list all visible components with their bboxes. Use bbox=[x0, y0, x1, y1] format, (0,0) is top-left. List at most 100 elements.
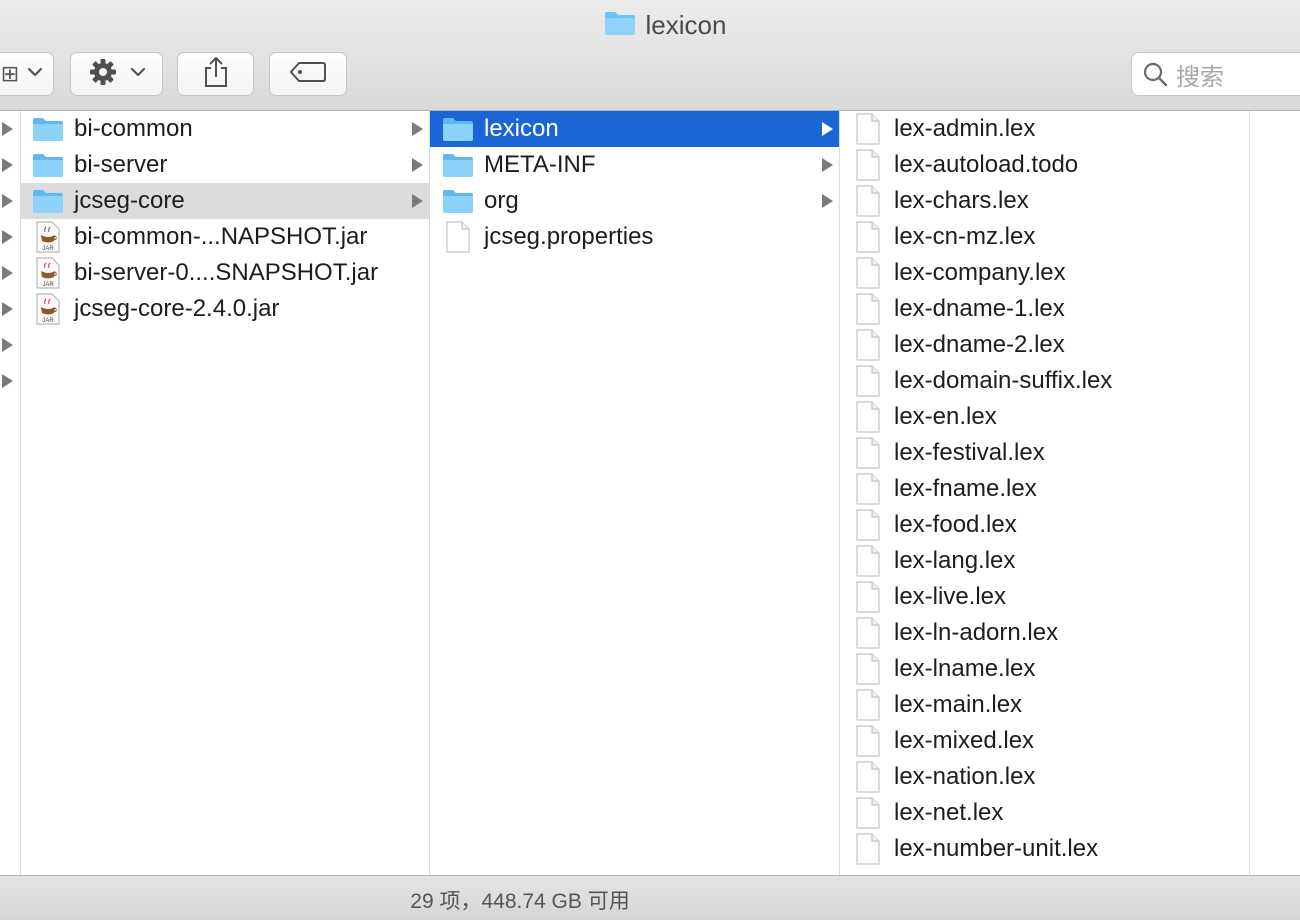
share-icon bbox=[202, 56, 230, 93]
svg-text:JAR: JAR bbox=[42, 246, 54, 252]
tag-icon bbox=[289, 61, 327, 88]
file-item[interactable]: lex-chars.lex bbox=[840, 183, 1249, 219]
column-2[interactable]: lexicon META-INF org jcseg.properties bbox=[430, 111, 840, 875]
chevron-down-icon bbox=[27, 65, 43, 83]
file-item[interactable]: lex-en.lex bbox=[840, 399, 1249, 435]
folder-item[interactable]: bi-common bbox=[20, 111, 429, 147]
jar-icon: JAR bbox=[32, 221, 64, 253]
item-label: lex-dname-1.lex bbox=[894, 295, 1065, 322]
item-label: lex-mixed.lex bbox=[894, 727, 1035, 754]
view-mode-button[interactable]: ⊞ bbox=[0, 52, 54, 96]
column-4-empty[interactable] bbox=[1250, 111, 1300, 875]
grid-view-icon: ⊞ bbox=[0, 61, 20, 86]
item-label: lex-ln-adorn.lex bbox=[894, 619, 1059, 646]
jar-icon: JAR bbox=[32, 293, 64, 325]
item-label: lex-chars.lex bbox=[894, 187, 1029, 214]
svg-text:JAR: JAR bbox=[42, 318, 54, 324]
item-label: bi-server-0....SNAPSHOT.jar bbox=[74, 259, 379, 286]
share-button[interactable] bbox=[177, 52, 254, 96]
file-item[interactable]: lex-company.lex bbox=[840, 255, 1249, 291]
item-label: lex-number-unit.lex bbox=[894, 835, 1099, 862]
file-icon bbox=[852, 473, 884, 505]
window-title: lexicon bbox=[645, 9, 727, 40]
file-icon bbox=[852, 113, 884, 145]
disclosure-arrow-icon bbox=[822, 122, 833, 136]
parent-column bbox=[0, 111, 21, 875]
file-item[interactable]: lex-nation.lex bbox=[840, 759, 1249, 795]
file-icon bbox=[852, 797, 884, 829]
file-item[interactable]: lex-live.lex bbox=[840, 579, 1249, 615]
file-item[interactable]: lex-cn-mz.lex bbox=[840, 219, 1249, 255]
item-label: bi-common-...NAPSHOT.jar bbox=[74, 223, 368, 250]
file-item[interactable]: JAR bi-server-0....SNAPSHOT.jar bbox=[20, 255, 429, 291]
file-icon bbox=[852, 257, 884, 289]
item-label: lex-admin.lex bbox=[894, 115, 1036, 142]
folder-item[interactable]: org bbox=[430, 183, 839, 219]
item-label: lex-company.lex bbox=[894, 259, 1066, 286]
file-item[interactable]: lex-fname.lex bbox=[840, 471, 1249, 507]
item-label: lex-autoload.todo bbox=[894, 151, 1079, 178]
file-item[interactable]: lex-autoload.todo bbox=[840, 147, 1249, 183]
file-item[interactable]: lex-dname-1.lex bbox=[840, 291, 1249, 327]
file-item[interactable]: lex-net.lex bbox=[840, 795, 1249, 831]
file-icon bbox=[852, 149, 884, 181]
column-browser: bi-common bi-server jcseg-core JAR bi-common… bbox=[0, 111, 1300, 875]
file-icon bbox=[852, 401, 884, 433]
disclosure-arrow-icon[interactable] bbox=[2, 374, 13, 388]
file-item[interactable]: lex-admin.lex bbox=[840, 111, 1249, 147]
file-item[interactable]: lex-festival.lex bbox=[840, 435, 1249, 471]
disclosure-arrow-icon[interactable] bbox=[2, 194, 13, 208]
disclosure-arrow-icon[interactable] bbox=[2, 230, 13, 244]
file-item[interactable]: lex-main.lex bbox=[840, 687, 1249, 723]
column-1[interactable]: bi-common bi-server jcseg-core JAR bi-common… bbox=[20, 111, 430, 875]
folder-item[interactable]: jcseg-core bbox=[20, 183, 429, 219]
file-item[interactable]: lex-domain-suffix.lex bbox=[840, 363, 1249, 399]
file-item[interactable]: lex-dname-2.lex bbox=[840, 327, 1249, 363]
folder-icon bbox=[442, 113, 474, 145]
file-icon bbox=[852, 761, 884, 793]
item-label: bi-common bbox=[74, 115, 193, 142]
disclosure-arrow-icon[interactable] bbox=[2, 338, 13, 352]
folder-icon bbox=[604, 10, 636, 41]
file-icon bbox=[852, 725, 884, 757]
disclosure-arrow-icon[interactable] bbox=[2, 158, 13, 172]
item-label: lex-food.lex bbox=[894, 511, 1017, 538]
folder-item[interactable]: META-INF bbox=[430, 147, 839, 183]
folder-icon bbox=[32, 113, 64, 145]
file-item[interactable]: lex-mixed.lex bbox=[840, 723, 1249, 759]
tag-button[interactable] bbox=[269, 52, 347, 96]
disclosure-arrow-icon bbox=[822, 158, 833, 172]
jar-icon: JAR bbox=[32, 257, 64, 289]
disclosure-arrow-icon bbox=[822, 194, 833, 208]
folder-icon bbox=[442, 149, 474, 181]
file-item[interactable]: lex-food.lex bbox=[840, 507, 1249, 543]
item-label: lex-dname-2.lex bbox=[894, 331, 1065, 358]
item-label: lex-cn-mz.lex bbox=[894, 223, 1036, 250]
folder-item[interactable]: bi-server bbox=[20, 147, 429, 183]
status-text: 29 项，448.74 GB 可用 bbox=[410, 890, 630, 913]
disclosure-arrow-icon[interactable] bbox=[2, 266, 13, 280]
svg-text:JAR: JAR bbox=[42, 282, 54, 288]
disclosure-arrow-icon[interactable] bbox=[2, 122, 13, 136]
disclosure-arrow-icon[interactable] bbox=[2, 302, 13, 316]
file-item[interactable]: JAR bi-common-...NAPSHOT.jar bbox=[20, 219, 429, 255]
column-3[interactable]: lex-admin.lex lex-autoload.todo lex-chars.… bbox=[840, 111, 1250, 875]
status-bar: 29 项，448.74 GB 可用 bbox=[0, 875, 1300, 920]
file-item[interactable]: lex-lang.lex bbox=[840, 543, 1249, 579]
disclosure-arrow-icon bbox=[412, 194, 423, 208]
file-item[interactable]: jcseg.properties bbox=[430, 219, 839, 255]
file-icon bbox=[852, 329, 884, 361]
file-item[interactable]: lex-lname.lex bbox=[840, 651, 1249, 687]
action-menu-button[interactable] bbox=[70, 52, 163, 96]
folder-item[interactable]: lexicon bbox=[430, 111, 839, 147]
file-item[interactable]: lex-ln-adorn.lex bbox=[840, 615, 1249, 651]
item-label: lex-lname.lex bbox=[894, 655, 1036, 682]
item-label: lex-net.lex bbox=[894, 799, 1004, 826]
file-icon bbox=[852, 689, 884, 721]
item-label: lex-fname.lex bbox=[894, 475, 1037, 502]
search-input[interactable]: 搜索 bbox=[1131, 52, 1300, 96]
file-item[interactable]: JAR jcseg-core-2.4.0.jar bbox=[20, 291, 429, 327]
disclosure-arrow-icon bbox=[412, 158, 423, 172]
file-item[interactable]: lex-number-unit.lex bbox=[840, 831, 1249, 867]
file-icon bbox=[852, 833, 884, 865]
